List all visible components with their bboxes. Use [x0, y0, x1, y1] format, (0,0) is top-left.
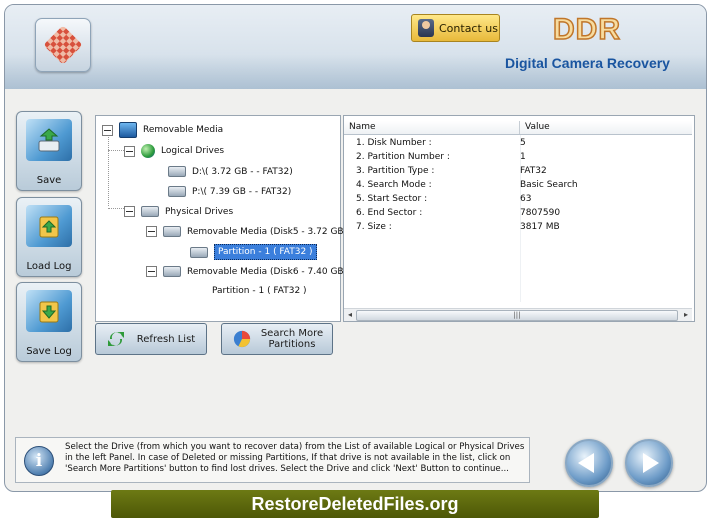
tree-node-disk6-partition[interactable]: Partition - 1 ( FAT32 ): [190, 286, 307, 296]
next-arrow-icon: [643, 453, 659, 473]
tree-node-disk5-partition[interactable]: Partition - 1 ( FAT32 ): [190, 244, 317, 260]
save-log-icon: [26, 290, 72, 332]
table-row[interactable]: 2. Partition Number : 1: [344, 150, 692, 164]
selected-partition-label: Partition - 1 ( FAT32 ): [214, 244, 317, 260]
tree-label: Removable Media (Disk6 - 7.40 GB): [187, 266, 348, 277]
grid-header: Name Value: [344, 121, 692, 135]
drive-icon: [168, 166, 186, 177]
header: Contact us DDR Digital Camera Recovery: [5, 5, 706, 89]
drive-tree[interactable]: Removable Media Logical Drives D:\( 3.72…: [95, 115, 347, 322]
info-icon: i: [24, 446, 54, 476]
contact-us-button[interactable]: Contact us: [411, 14, 500, 42]
row-value: 1: [520, 152, 526, 162]
tree-label: Partition - 1 ( FAT32 ): [212, 286, 307, 296]
tree-label: D:\( 3.72 GB - - FAT32): [192, 166, 293, 177]
contact-us-label: Contact us: [439, 21, 498, 35]
tree-label: Removable Media: [143, 125, 224, 135]
folder-icon: [39, 216, 59, 238]
next-button[interactable]: [625, 439, 673, 487]
tree-line: [108, 134, 109, 206]
row-name: 5. Start Sector :: [356, 194, 428, 204]
app-window: Contact us DDR Digital Camera Recovery S…: [4, 4, 707, 492]
row-name: 1. Disk Number :: [356, 138, 432, 148]
physical-drives-icon: [141, 206, 159, 217]
row-value: 5: [520, 138, 526, 148]
partition-icon: [190, 246, 208, 258]
row-value: 3817 MB: [520, 222, 560, 232]
logical-drives-icon: [141, 144, 155, 158]
row-name: 3. Partition Type :: [356, 166, 435, 176]
tree-node-drive-p[interactable]: P:\( 7.39 GB - - FAT32): [168, 186, 291, 197]
table-row[interactable]: 5. Start Sector : 63: [344, 192, 692, 206]
row-value: 7807590: [520, 208, 561, 218]
row-value: Basic Search: [520, 180, 578, 190]
row-name: 6. End Sector :: [356, 208, 423, 218]
table-row[interactable]: 4. Search Mode : Basic Search: [344, 178, 692, 192]
tree-node-drive-d[interactable]: D:\( 3.72 GB - - FAT32): [168, 166, 293, 177]
drive-icon: [163, 266, 181, 277]
save-log-button[interactable]: Save Log: [16, 282, 82, 362]
refresh-list-button[interactable]: Refresh List: [95, 323, 207, 355]
table-row[interactable]: 3. Partition Type : FAT32: [344, 164, 692, 178]
save-label: Save: [36, 175, 62, 186]
scrollbar-thumb[interactable]: |||: [356, 310, 678, 321]
collapse-toggle-icon[interactable]: [124, 206, 135, 217]
folder-save-icon: [39, 301, 59, 323]
tree-node-disk6[interactable]: Removable Media (Disk6 - 7.40 GB): [146, 266, 347, 277]
column-header-value[interactable]: Value: [520, 121, 550, 134]
collapse-toggle-icon[interactable]: [102, 124, 113, 136]
row-value: FAT32: [520, 166, 547, 176]
table-row[interactable]: 1. Disk Number : 5: [344, 136, 692, 150]
load-log-button[interactable]: Load Log: [16, 197, 82, 277]
drive-icon: [163, 226, 181, 237]
checker-logo-icon: [43, 25, 83, 65]
website-banner: RestoreDeletedFiles.org: [111, 490, 599, 518]
tree-node-logical-drives[interactable]: Logical Drives: [124, 144, 224, 158]
search-more-line1: Search More: [260, 328, 324, 339]
app-logo: [35, 18, 91, 72]
collapse-toggle-icon[interactable]: [146, 266, 157, 277]
save-button[interactable]: Save: [16, 111, 82, 191]
search-more-line2: Partitions: [268, 339, 316, 350]
pie-chart-icon: [233, 330, 251, 348]
tree-label: Logical Drives: [161, 146, 225, 156]
tree-label: P:\( 7.39 GB - - FAT32): [192, 186, 292, 197]
row-name: 7. Size :: [356, 222, 392, 232]
load-log-label: Load Log: [26, 261, 72, 272]
column-header-name[interactable]: Name: [344, 121, 520, 134]
row-name: 4. Search Mode :: [356, 180, 432, 190]
row-value: 63: [520, 194, 532, 204]
refresh-list-label: Refresh List: [136, 333, 196, 345]
table-row[interactable]: 6. End Sector : 7807590: [344, 206, 692, 220]
refresh-icon: [108, 332, 124, 346]
table-row[interactable]: 7. Size : 3817 MB: [344, 220, 692, 234]
save-log-label: Save Log: [26, 346, 72, 357]
contact-person-icon: [418, 19, 434, 37]
search-more-partitions-button[interactable]: Search More Partitions: [221, 323, 333, 355]
status-panel: i Select the Drive (from which you want …: [15, 437, 530, 483]
scroll-right-icon[interactable]: ▸: [681, 309, 691, 321]
drive-icon: [168, 186, 186, 197]
status-message: Select the Drive (from which you want to…: [65, 442, 525, 474]
collapse-toggle-icon[interactable]: [146, 226, 157, 237]
row-name: 2. Partition Number :: [356, 152, 450, 162]
horizontal-scrollbar[interactable]: ◂ ||| ▸: [344, 308, 692, 321]
tree-node-removable-media[interactable]: Removable Media: [102, 122, 223, 138]
scroll-left-icon[interactable]: ◂: [345, 309, 355, 321]
tree-label: Removable Media (Disk5 - 3.72 GB): [187, 226, 348, 237]
tree-label: Physical Drives: [165, 206, 234, 217]
back-button[interactable]: [565, 439, 613, 487]
tree-node-physical-drives[interactable]: Physical Drives: [124, 206, 233, 217]
save-arrow-icon: [38, 128, 60, 152]
load-log-icon: [26, 205, 72, 247]
collapse-toggle-icon[interactable]: [124, 145, 135, 157]
tree-node-disk5[interactable]: Removable Media (Disk5 - 3.72 GB): [146, 226, 347, 237]
product-subtitle: Digital Camera Recovery: [505, 55, 670, 71]
computer-icon: [119, 122, 137, 138]
brand-title: DDR: [552, 12, 621, 47]
back-arrow-icon: [578, 453, 594, 473]
save-drive-icon: [26, 119, 72, 161]
properties-grid[interactable]: Name Value 1. Disk Number : 5 2. Partitio…: [343, 115, 695, 322]
search-more-label: Search More Partitions: [252, 328, 332, 350]
